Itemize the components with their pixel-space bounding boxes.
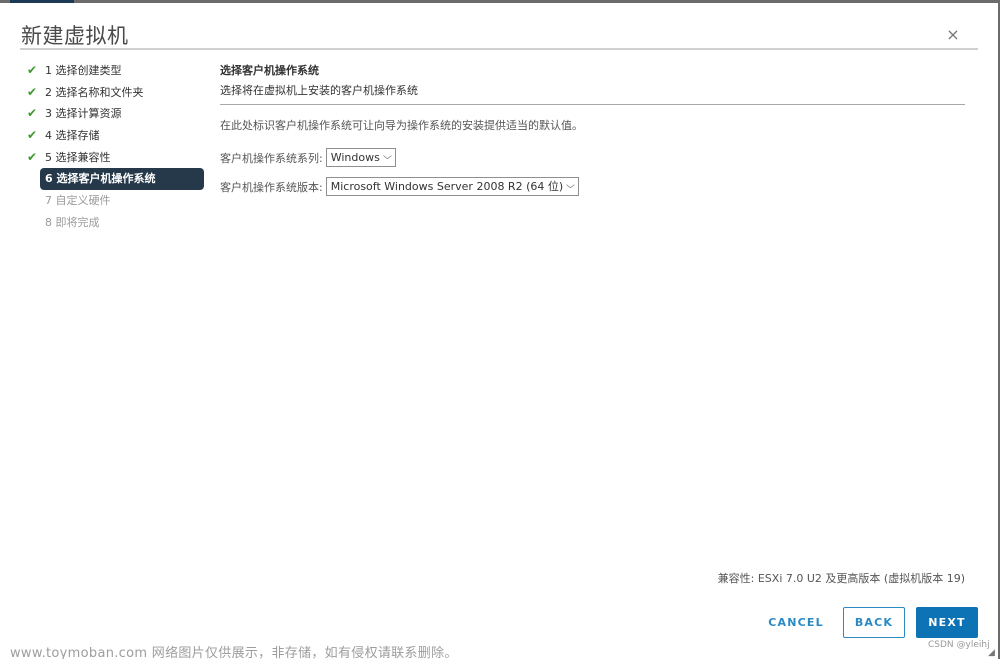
step-8: 8 即将完成 xyxy=(25,212,210,234)
step-label: 7 自定义硬件 xyxy=(45,194,111,208)
os-family-select[interactable]: Windows ⌵ xyxy=(325,148,396,167)
step-3[interactable]: ✔ 3 选择计算资源 xyxy=(25,103,210,125)
step-label: 6 选择客户机操作系统 xyxy=(45,172,156,186)
os-family-row: 客户机操作系统系列: Windows ⌵ xyxy=(220,148,396,167)
step-label: 3 选择计算资源 xyxy=(45,107,122,121)
step-5[interactable]: ✔ 5 选择兼容性 xyxy=(25,147,210,169)
csdn-credit: CSDN @yleihj xyxy=(928,640,990,650)
check-icon: ✔ xyxy=(27,63,38,77)
window-top-accent xyxy=(10,0,74,3)
content-title: 选择客户机操作系统 xyxy=(220,64,319,77)
os-family-label: 客户机操作系统系列: xyxy=(220,151,323,165)
content-subtitle: 选择将在虚拟机上安装的客户机操作系统 xyxy=(220,84,418,97)
os-version-value: Microsoft Windows Server 2008 R2 (64 位) xyxy=(330,180,564,193)
compatibility-text: 兼容性: ESXi 7.0 U2 及更高版本 (虚拟机版本 19) xyxy=(717,572,965,585)
resize-handle-icon[interactable]: ◢ xyxy=(988,648,995,658)
content-divider xyxy=(220,104,965,105)
os-family-value: Windows xyxy=(330,151,380,164)
step-7: 7 自定义硬件 xyxy=(25,190,210,212)
dialog-title: 新建虚拟机 xyxy=(21,24,129,48)
chevron-down-icon: ⌵ xyxy=(382,152,392,162)
step-1[interactable]: ✔ 1 选择创建类型 xyxy=(25,60,210,82)
os-version-row: 客户机操作系统版本: Microsoft Windows Server 2008… xyxy=(220,177,579,196)
check-icon: ✔ xyxy=(27,84,38,99)
check-icon: ✔ xyxy=(27,106,38,121)
cancel-button[interactable]: CANCEL xyxy=(762,607,830,638)
check-icon: ✔ xyxy=(27,149,38,164)
step-content: 选择客户机操作系统 选择将在虚拟机上安装的客户机操作系统 在此处标识客户机操作系… xyxy=(220,62,965,134)
content-description: 在此处标识客户机操作系统可让向导为操作系统的安装提供适当的默认值。 xyxy=(220,119,583,132)
watermark-text: www.toymoban.com 网络图片仅供展示，非存储，如有侵权请联系删除。 xyxy=(10,646,458,659)
os-version-select[interactable]: Microsoft Windows Server 2008 R2 (64 位) … xyxy=(325,177,579,196)
step-label: 5 选择兼容性 xyxy=(45,150,111,164)
step-4[interactable]: ✔ 4 选择存储 xyxy=(25,125,210,147)
next-button[interactable]: NEXT xyxy=(916,607,978,638)
step-label: 8 即将完成 xyxy=(45,215,100,229)
step-label: 1 选择创建类型 xyxy=(45,64,122,77)
step-6-active[interactable]: 6 选择客户机操作系统 xyxy=(40,168,204,191)
back-button[interactable]: BACK xyxy=(843,607,905,638)
step-label: 2 选择名称和文件夹 xyxy=(45,85,144,99)
step-2[interactable]: ✔ 2 选择名称和文件夹 xyxy=(25,82,210,104)
step-label: 4 选择存储 xyxy=(45,129,100,143)
check-icon: ✔ xyxy=(27,128,38,143)
wizard-steps: ✔ 1 选择创建类型 ✔ 2 选择名称和文件夹 ✔ 3 选择计算资源 ✔ 4 选择存储 … xyxy=(25,60,210,234)
os-version-label: 客户机操作系统版本: xyxy=(220,180,323,194)
chevron-down-icon: ⌵ xyxy=(566,181,576,191)
header-divider xyxy=(20,48,978,50)
window-top-border xyxy=(0,0,1000,3)
close-icon[interactable]: × xyxy=(944,26,962,44)
